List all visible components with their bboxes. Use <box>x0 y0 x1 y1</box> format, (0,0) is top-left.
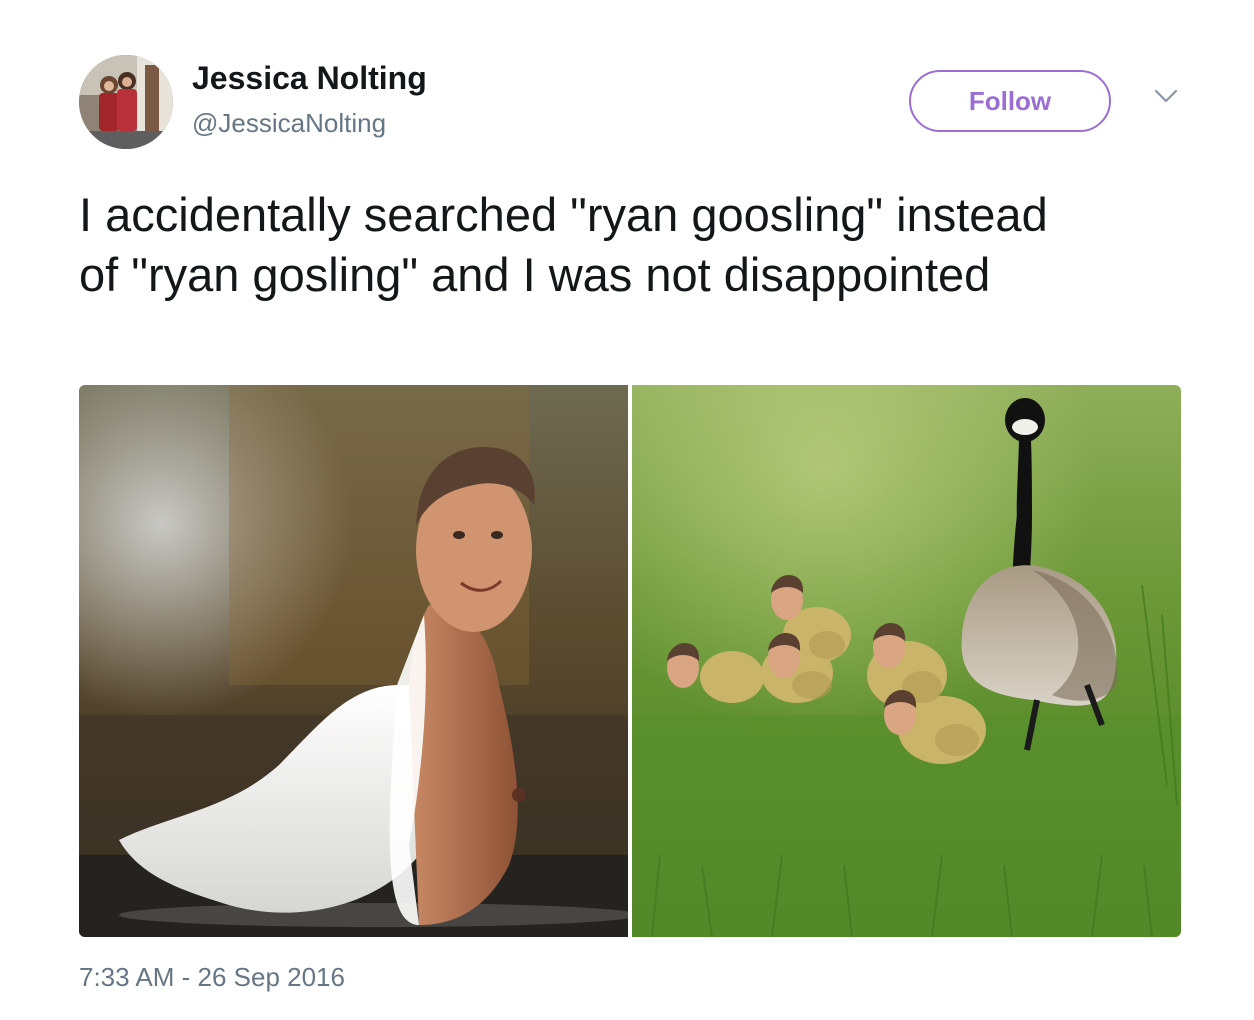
author-handle[interactable]: @JessicaNolting <box>192 108 386 139</box>
tweet-text: I accidentally searched "ryan goosling" … <box>79 188 1048 301</box>
tweet-media <box>79 385 1181 937</box>
follow-button[interactable]: Follow <box>909 70 1111 132</box>
tweet-timestamp[interactable]: 7:33 AM - 26 Sep 2016 <box>79 962 345 993</box>
avatar-photo <box>79 55 173 149</box>
media-photo-right[interactable] <box>632 385 1181 937</box>
avatar[interactable] <box>79 55 173 149</box>
author-name[interactable]: Jessica Nolting <box>192 60 427 97</box>
media-photo-left[interactable] <box>79 385 639 937</box>
chevron-down-icon[interactable] <box>1153 86 1179 106</box>
